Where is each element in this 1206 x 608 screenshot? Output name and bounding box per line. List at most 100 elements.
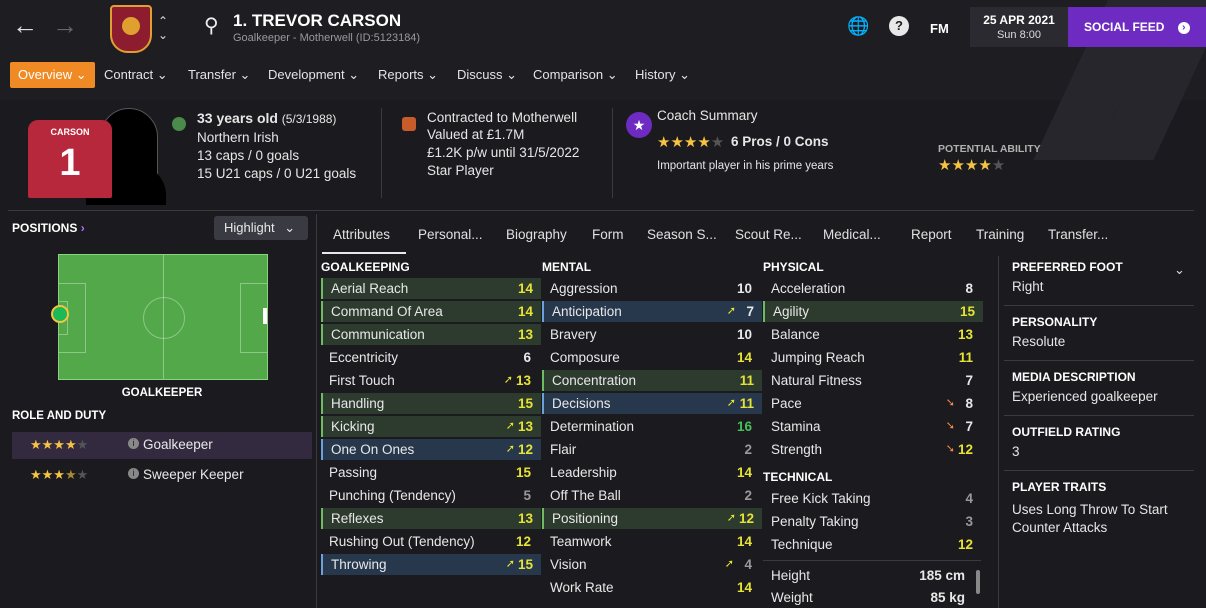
tab-personal[interactable]: Personal... [418,227,483,242]
trend-up-icon: ➚ [505,420,515,432]
attr-row[interactable]: Free Kick Taking 4 [763,488,981,509]
attr-row[interactable]: Natural Fitness 7 [763,370,981,391]
contract-line[interactable]: Contracted to Motherwell [427,110,577,125]
attr-row[interactable]: Rushing Out (Tendency) 12 [321,531,539,552]
scrollbar[interactable] [976,570,980,594]
search-icon[interactable]: ⚲ [204,13,219,38]
back-arrow-icon[interactable]: ← [12,10,38,41]
attr-row[interactable]: One On Ones ➚ 12 [321,439,541,460]
help-icon[interactable]: ? [889,16,909,36]
attr-row[interactable]: Reflexes 13 [321,508,541,529]
attr-row[interactable]: Pace ➘ 8 [763,393,981,414]
trend-down-icon: ➘ [945,397,955,409]
attr-row[interactable]: Jumping Reach 11 [763,347,981,368]
role-row-sweeper-keeper[interactable]: ★★★★★ i Sweeper Keeper [12,462,312,489]
globe-icon[interactable]: 🌐 [847,16,869,36]
social-feed-button[interactable]: SOCIAL FEED › [1068,7,1206,47]
attr-row[interactable]: Command Of Area 14 [321,301,541,322]
attr-row[interactable]: Handling 15 [321,393,541,414]
fm-menu-button[interactable]: FM [930,21,949,36]
trend-down-icon: ➘ [945,420,955,432]
menu-development[interactable]: Development ⌄ [268,62,359,88]
personality[interactable]: Resolute [1012,334,1065,349]
role-row-goalkeeper[interactable]: ★★★★★ i Goalkeeper [12,432,312,459]
attr-row[interactable]: Bravery 10 [542,324,760,345]
attr-row[interactable]: Off The Ball 2 [542,485,760,506]
positions-label[interactable]: POSITIONS › [12,221,85,235]
player-trait-line[interactable]: Uses Long Throw To Start [1012,502,1168,517]
attr-row[interactable]: Flair 2 [542,439,760,460]
attr-row[interactable]: Passing 15 [321,462,539,483]
attr-row[interactable]: Composure 14 [542,347,760,368]
attr-row[interactable]: Determination 16 [542,416,760,437]
player-trait-line[interactable]: Counter Attacks [1012,520,1107,535]
club-crest-icon[interactable] [110,5,152,53]
attr-row[interactable]: Agility 15 [763,301,983,322]
attr-row[interactable]: Eccentricity 6 [321,347,539,368]
nation-flag-icon[interactable] [172,117,186,131]
attr-row[interactable]: Aggression 10 [542,278,760,299]
shirt-number: 1 [59,142,81,184]
attr-row[interactable]: Decisions ➚ 11 [542,393,762,414]
chevron-down-icon: ⌄ [284,220,296,235]
attr-row[interactable]: Positioning ➚ 12 [542,508,762,529]
attr-row[interactable]: Stamina ➘ 7 [763,416,981,437]
forward-arrow-icon[interactable]: → [52,10,78,41]
personality-label: PERSONALITY [1012,315,1098,329]
attr-row[interactable]: Communication 13 [321,324,541,345]
coach-summary-title[interactable]: Coach Summary [657,108,758,123]
info-icon[interactable]: i [128,468,139,479]
attr-row[interactable]: Punching (Tendency) 5 [321,485,539,506]
attr-row[interactable]: Teamwork 14 [542,531,760,552]
tab-biography[interactable]: Biography [506,227,567,242]
menu-comparison[interactable]: Comparison ⌄ [533,62,618,88]
tab-attributes[interactable]: Attributes [333,227,390,242]
tab-season-stats[interactable]: Season S... [647,227,717,242]
date-box[interactable]: 25 APR 2021 Sun 8:00 [970,7,1068,47]
attr-row[interactable]: Anticipation ➚ 7 [542,301,762,322]
pros-cons: 6 Pros / 0 Cons [731,134,829,149]
chevron-down-icon[interactable]: ⌄ [1174,262,1185,278]
tab-transfer[interactable]: Transfer... [1048,227,1108,242]
chevron-up-icon[interactable]: ⌃ [158,14,168,28]
attr-row[interactable]: Balance 13 [763,324,981,345]
attr-row[interactable]: Work Rate 14 [542,577,760,598]
club-badge-icon[interactable] [402,117,416,131]
menu-history[interactable]: History ⌄ [635,62,690,88]
attr-row[interactable]: First Touch ➚ 13 [321,370,539,391]
date-of-birth: (5/3/1988) [281,112,337,126]
attr-row[interactable]: Vision ➚ 4 [542,554,760,575]
attr-row[interactable]: Acceleration 8 [763,278,981,299]
nationality[interactable]: Northern Irish [197,130,279,145]
tab-training[interactable]: Training [976,227,1024,242]
pitch-right-goal [263,308,267,324]
attr-row[interactable]: Penalty Taking 3 [763,511,981,532]
tab-medical[interactable]: Medical... [823,227,881,242]
attr-row[interactable]: Kicking ➚ 13 [321,416,541,437]
attr-row[interactable]: Concentration 11 [542,370,762,391]
attr-row[interactable]: Throwing ➚ 15 [321,554,541,575]
attr-row[interactable]: Aerial Reach 14 [321,278,541,299]
player-name: 1. TREVOR CARSON [233,11,402,30]
goalkeeper-position-marker[interactable] [51,305,69,323]
tab-report[interactable]: Report [911,227,952,242]
highlight-dropdown[interactable]: Highlight ⌄ [214,216,308,240]
shirt-icon: CARSON 1 [28,120,112,198]
tab-form[interactable]: Form [592,227,624,242]
menu-reports[interactable]: Reports ⌄ [378,62,438,88]
chevron-down-icon[interactable]: ⌄ [158,28,168,42]
attr-row[interactable]: Leadership 14 [542,462,760,483]
tab-scout-report[interactable]: Scout Re... [735,227,802,242]
media-description: Experienced goalkeeper [1012,389,1158,404]
age-line: 33 years old (5/3/1988) [197,110,336,126]
attr-row[interactable]: Strength ➘ 12 [763,439,981,460]
potential-ability-stars: ★★★★★ [938,157,1006,174]
attr-row[interactable]: Technique 12 [763,534,981,555]
trend-up-icon: ➚ [726,305,736,317]
u21-caps: 15 U21 caps / 0 U21 goals [197,166,357,181]
menu-transfer[interactable]: Transfer ⌄ [188,62,250,88]
menu-overview[interactable]: Overview ⌄ [10,62,95,88]
info-icon[interactable]: i [128,438,139,449]
menu-discuss[interactable]: Discuss ⌄ [457,62,517,88]
menu-contract[interactable]: Contract ⌄ [104,62,168,88]
